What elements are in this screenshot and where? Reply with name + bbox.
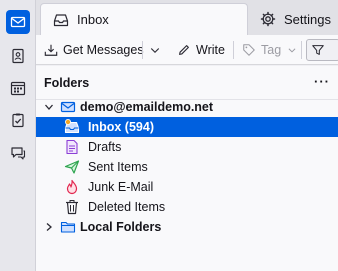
tab-settings[interactable]: Settings <box>252 3 338 35</box>
tasks-icon <box>12 113 24 128</box>
get-messages-icon <box>44 44 58 56</box>
chevron-right-icon[interactable] <box>44 222 54 232</box>
tag-button[interactable]: Tag <box>242 39 297 61</box>
pencil-icon <box>179 45 189 55</box>
folder-pane: Folders ··· demo@emailde​mo.net Inbox (5… <box>36 66 338 271</box>
filter-icon <box>312 45 324 55</box>
chevron-down-icon <box>150 48 160 54</box>
local-folders-row[interactable]: Local Folders <box>36 217 338 237</box>
mail-account-icon <box>60 99 76 115</box>
folder-label: Inbox (594) <box>88 120 154 134</box>
toolbar-divider <box>301 41 302 59</box>
sent-icon <box>64 159 80 175</box>
tab-inbox[interactable]: Inbox <box>40 3 248 35</box>
folder-pane-menu-button[interactable]: ··· <box>314 74 330 89</box>
get-messages-label: Get Messages <box>63 43 144 57</box>
folder-item-drafts[interactable]: Drafts <box>36 137 338 157</box>
folder-icon <box>60 219 76 235</box>
tasks-space-button[interactable] <box>6 108 30 132</box>
tab-label: Inbox <box>77 12 109 27</box>
write-button[interactable]: Write <box>177 39 225 61</box>
folder-item-sent[interactable]: Sent Items <box>36 157 338 177</box>
tab-label: Settings <box>284 11 331 27</box>
account-label: demo@emailde​mo.net <box>80 100 214 114</box>
tab-bar: Inbox Settings <box>36 0 338 35</box>
folder-item-deleted[interactable]: Deleted Items <box>36 197 338 217</box>
quick-filter-button[interactable] <box>306 39 338 61</box>
folder-label: Sent Items <box>88 160 148 174</box>
folder-label: Drafts <box>88 140 122 154</box>
spaces-toolbar <box>0 0 36 271</box>
folder-label: Junk E-Mail <box>88 180 154 194</box>
chevron-down-icon <box>288 48 296 53</box>
folder-pane-title: Folders <box>44 76 90 90</box>
drafts-icon <box>64 139 80 155</box>
junk-icon <box>64 179 80 195</box>
inbox-icon <box>53 12 69 28</box>
inbox-icon <box>64 119 80 135</box>
get-messages-dropdown[interactable] <box>149 39 161 61</box>
chat-space-button[interactable] <box>6 141 30 165</box>
mail-icon <box>10 16 26 28</box>
calendar-icon <box>10 81 26 96</box>
toolbar-divider <box>233 41 234 59</box>
local-folders-label: Local Folders <box>80 220 162 234</box>
tag-icon <box>243 44 255 56</box>
write-label: Write <box>196 43 225 57</box>
gear-icon <box>260 11 276 27</box>
mail-space-button[interactable] <box>6 10 30 34</box>
calendar-space-button[interactable] <box>6 76 30 100</box>
tag-label: Tag <box>261 43 282 57</box>
get-messages-button[interactable]: Get Messages <box>44 39 144 61</box>
mail-toolbar: Get Messages Write Tag <box>36 35 338 65</box>
folder-item-junk[interactable]: Junk E-Mail <box>36 177 338 197</box>
folder-pane-header: Folders ··· <box>36 66 338 100</box>
address-book-icon <box>12 48 24 64</box>
toolbar-divider <box>142 41 143 59</box>
trash-icon <box>64 199 80 215</box>
chevron-down-icon[interactable] <box>44 102 54 112</box>
address-book-space-button[interactable] <box>6 44 30 68</box>
folder-item-inbox[interactable]: Inbox (594) <box>36 117 338 137</box>
folder-label: Deleted Items <box>88 200 166 214</box>
chat-icon <box>11 147 26 160</box>
account-row[interactable]: demo@emailde​mo.net <box>36 97 338 117</box>
